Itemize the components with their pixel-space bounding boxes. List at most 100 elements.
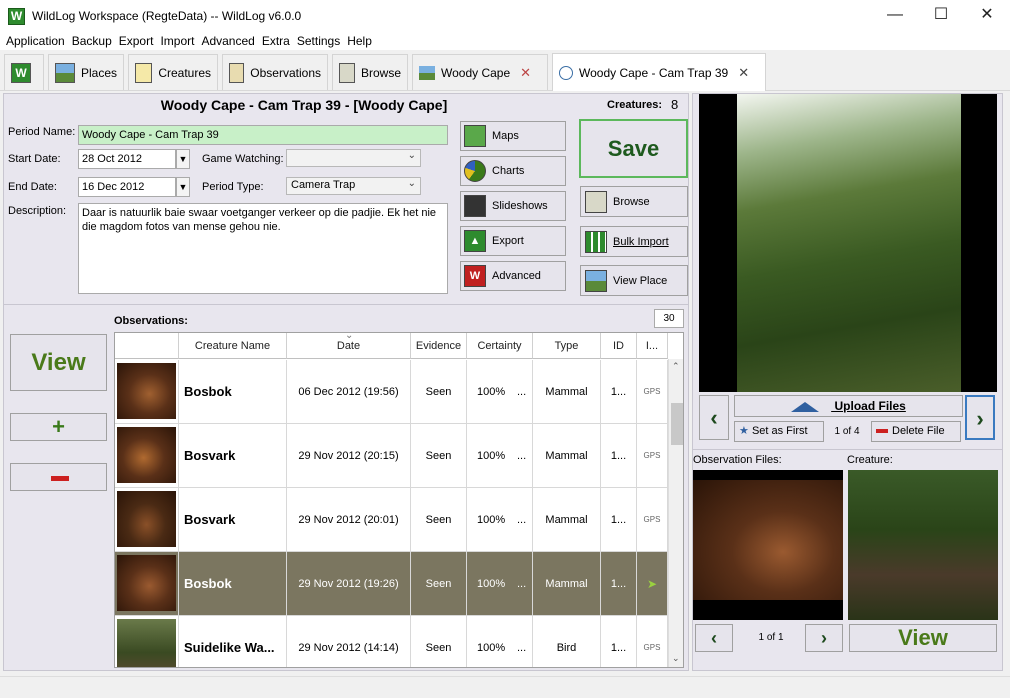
landscape-icon — [419, 65, 435, 80]
view-observation-button[interactable]: View — [10, 334, 107, 391]
add-observation-button[interactable]: + — [10, 413, 107, 441]
certainty-cell: ... 100% — [467, 616, 533, 667]
menu-export[interactable]: Export — [119, 32, 154, 50]
upload-files-button[interactable]: Upload Files — [734, 395, 963, 417]
column-header-image[interactable] — [115, 333, 179, 359]
id-cell: 1... — [601, 616, 637, 667]
tab-browse[interactable]: Browse — [332, 54, 408, 90]
tab-creatures[interactable]: Creatures — [128, 54, 218, 90]
end-date-dropdown-icon[interactable]: ▼ — [176, 177, 190, 197]
date-cell: 29 Nov 2012 (20:15) — [287, 424, 411, 488]
tab-home[interactable]: W — [4, 54, 44, 90]
tab-label: Woody Cape — [441, 65, 511, 80]
period-name-input[interactable]: Woody Cape - Cam Trap 39 — [78, 125, 448, 145]
observation-file-thumbnail[interactable] — [693, 470, 843, 620]
column-header-type[interactable]: Type — [533, 333, 601, 359]
type-cell: Bird — [533, 616, 601, 667]
advanced-button[interactable]: W Advanced — [460, 261, 566, 291]
certainty-value: 100% — [477, 642, 506, 654]
start-date-dropdown-icon[interactable]: ▼ — [176, 149, 190, 169]
certainty-dots: ... — [517, 642, 527, 654]
observation-files-label: Observation Files: — [693, 454, 782, 466]
next-file-button[interactable]: › — [965, 395, 995, 440]
start-date-input[interactable]: 28 Oct 2012 — [78, 149, 176, 169]
end-date-input[interactable]: 16 Dec 2012 — [78, 177, 176, 197]
certainty-dots: ... — [517, 450, 527, 462]
maximize-button[interactable]: ☐ — [918, 0, 964, 32]
certainty-value: 100% — [477, 450, 506, 462]
status-bar — [0, 676, 1010, 698]
main-photo[interactable] — [699, 94, 997, 392]
minimize-button[interactable]: — — [872, 0, 918, 32]
creature-thumbnail[interactable] — [848, 470, 998, 620]
gps-cell: GPS — [637, 424, 668, 488]
certainty-dots: ... — [517, 514, 527, 526]
table-row[interactable]: Bosvark 29 Nov 2012 (20:01) Seen... 100% Mam… — [115, 488, 668, 552]
charts-button[interactable]: Charts — [460, 156, 566, 186]
delete-file-button[interactable]: Delete File — [871, 421, 961, 442]
menu-settings[interactable]: Settings — [297, 32, 340, 50]
tab-strip: W Places Creatures Observations Browse W… — [0, 50, 1010, 91]
save-button[interactable]: Save — [579, 119, 688, 178]
bulk-import-icon — [585, 230, 607, 253]
period-header-title: Woody Cape - Cam Trap 39 - [Woody Cape] — [160, 97, 448, 113]
scroll-up-icon: ⌃ — [672, 361, 680, 371]
view-place-button[interactable]: View Place — [580, 265, 688, 296]
table-row[interactable]: Bosbok 06 Dec 2012 (19:56) Seen... 100% Mamm… — [115, 360, 668, 424]
tab-observations[interactable]: Observations — [222, 54, 328, 90]
export-button[interactable]: ▲ Export — [460, 226, 566, 256]
browse-icon — [339, 62, 355, 83]
table-scrollbar[interactable]: ⌃ ⌄ — [668, 359, 683, 667]
close-window-button[interactable]: ✕ — [964, 0, 1010, 32]
minus-icon — [51, 476, 69, 481]
previous-observation-file-button[interactable]: ‹ — [695, 624, 733, 652]
view-creature-button[interactable]: View — [849, 624, 997, 652]
scrollbar-thumb[interactable] — [671, 403, 683, 445]
menu-application[interactable]: Application — [6, 32, 65, 50]
column-header-id[interactable]: ID — [601, 333, 637, 359]
window-title: WildLog Workspace (RegteData) -- WildLog… — [32, 9, 302, 23]
set-as-first-button[interactable]: ★ Set as First — [734, 421, 824, 442]
menu-backup[interactable]: Backup — [72, 32, 112, 50]
tab-places[interactable]: Places — [48, 54, 124, 90]
column-header-creature-name[interactable]: Creature Name — [179, 333, 287, 359]
delete-observation-button[interactable] — [10, 463, 107, 491]
column-header-evidence[interactable]: Evidence — [411, 333, 467, 359]
maps-button[interactable]: Maps — [460, 121, 566, 151]
table-row[interactable]: Bosbok 29 Nov 2012 (19:26) Seen... 100% Mamm… — [115, 552, 668, 616]
table-row[interactable]: Bosvark 29 Nov 2012 (20:15) Seen... 100% Mam… — [115, 424, 668, 488]
column-header-date[interactable]: Date ⌄ — [287, 333, 411, 359]
wildlog-app-icon: W — [8, 8, 25, 25]
tab-label: Creatures — [158, 65, 211, 80]
film-strip-icon — [464, 195, 486, 217]
id-cell: 1... — [601, 424, 637, 488]
close-tab-icon[interactable]: ✕ — [738, 65, 749, 81]
date-cell: 29 Nov 2012 (20:01) — [287, 488, 411, 552]
menu-extra[interactable]: Extra — [262, 32, 290, 50]
previous-file-button[interactable]: ‹ — [699, 395, 729, 440]
column-header-certainty[interactable]: Certainty — [467, 333, 533, 359]
browse-button[interactable]: Browse — [580, 186, 688, 217]
menu-help[interactable]: Help — [347, 32, 372, 50]
description-textarea[interactable]: Daar is natuurlik baie swaar voetganger … — [78, 203, 448, 294]
menu-advanced[interactable]: Advanced — [201, 32, 254, 50]
gps-cell: GPS — [637, 616, 668, 667]
period-type-select[interactable]: Camera Trap ⌄ — [286, 177, 421, 195]
menu-import[interactable]: Import — [160, 32, 194, 50]
minus-icon — [876, 429, 888, 434]
gps-cell: GPS — [637, 488, 668, 552]
close-tab-icon[interactable]: ✕ — [520, 65, 531, 81]
certainty-cell: ... 100% — [467, 552, 533, 616]
clock-icon — [559, 65, 573, 80]
next-observation-file-button[interactable]: › — [805, 624, 843, 652]
evidence-cell: Seen — [411, 488, 467, 552]
game-watching-select[interactable]: ⌄ — [286, 149, 421, 167]
star-icon: ★ — [739, 425, 749, 437]
observation-thumbnail — [117, 619, 176, 667]
bulk-import-button[interactable]: Bulk Import — [580, 226, 688, 257]
table-row[interactable]: Suidelike Wa... 29 Nov 2012 (14:14) Seen..… — [115, 616, 668, 667]
tab-woody-cape[interactable]: Woody Cape ✕ — [412, 54, 548, 90]
slideshows-button[interactable]: Slideshows — [460, 191, 566, 221]
tab-woody-cape-cam-trap-39[interactable]: Woody Cape - Cam Trap 39 ✕ — [552, 53, 766, 91]
column-header-gps[interactable]: I... — [637, 333, 668, 359]
